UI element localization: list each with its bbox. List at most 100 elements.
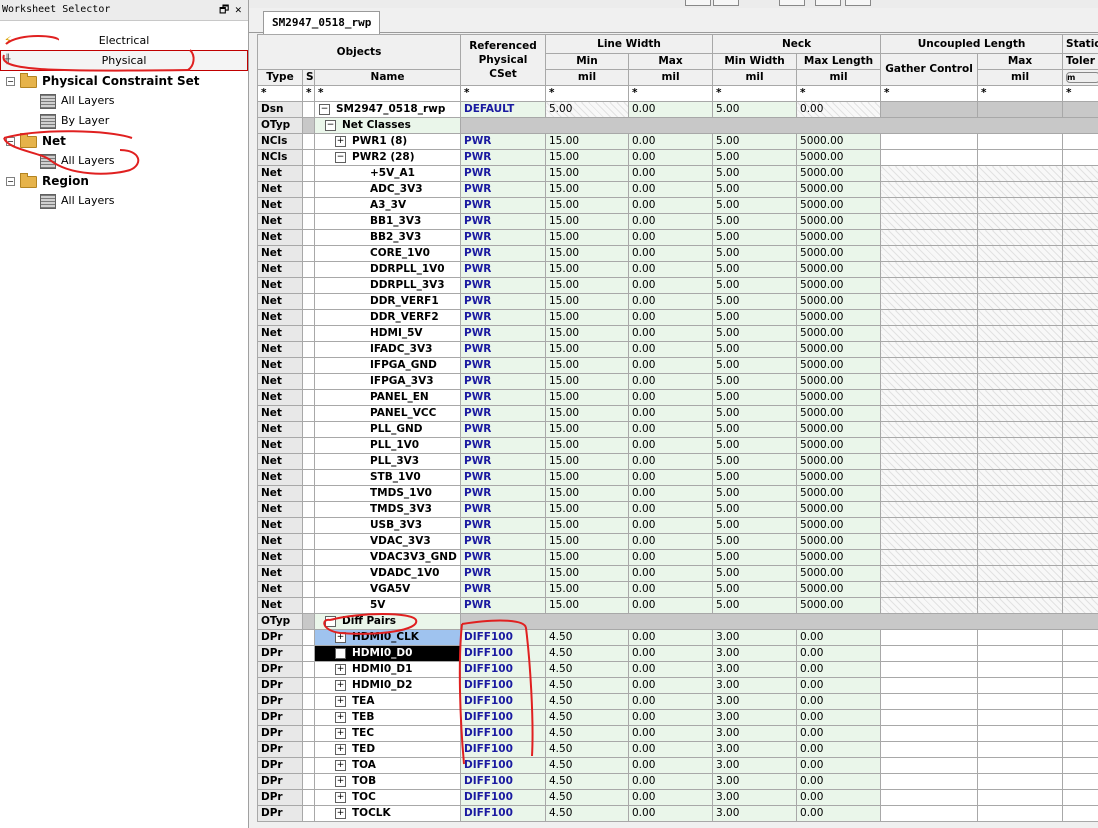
cell-uncoupled-max[interactable] <box>977 293 1064 310</box>
cell-static-toler[interactable] <box>1062 229 1098 246</box>
cell-neck-min-width[interactable]: 5.00 <box>712 245 798 262</box>
cell-lw-max[interactable]: 0.00 <box>627 709 714 726</box>
cell-neck-min-width[interactable]: 5.00 <box>712 389 798 406</box>
cell-name[interactable]: − PWR2 (28) <box>314 149 461 166</box>
cell-neck-min-width[interactable]: 5.00 <box>712 213 798 230</box>
cell-type[interactable]: NCls <box>257 133 303 150</box>
cell-lw-min[interactable]: 15.00 <box>545 469 629 486</box>
cell-uncoupled-max[interactable] <box>977 549 1064 566</box>
cell-static-toler[interactable] <box>1062 661 1098 678</box>
toolbar-button[interactable] <box>685 0 711 6</box>
cell-gather-control[interactable] <box>880 213 979 230</box>
cell-ref-cset[interactable]: PWR <box>460 165 546 182</box>
table-row[interactable]: OTyp − Net Classes <box>257 117 1098 134</box>
cell-name[interactable]: + TEC <box>314 725 461 742</box>
table-row[interactable]: Net DDR_VERF2 PWR 15.00 0.00 5.00 5000.00 <box>257 309 1098 326</box>
cell-gather-control[interactable] <box>880 165 979 182</box>
cell-gather-control[interactable] <box>880 629 979 646</box>
collapse-icon[interactable]: − <box>319 103 330 115</box>
cell-gather-control[interactable] <box>880 277 979 294</box>
cell-name[interactable]: USB_3V3 <box>314 517 461 534</box>
cell-static-toler[interactable] <box>1062 741 1098 758</box>
cell-type[interactable]: Net <box>257 197 303 214</box>
cell-gather-control[interactable] <box>880 245 979 262</box>
cell-lw-max[interactable]: 0.00 <box>627 485 714 502</box>
cell-neck-min-width[interactable]: 5.00 <box>712 309 798 326</box>
cell-ref-cset[interactable]: PWR <box>460 485 546 502</box>
cell-name[interactable]: + PWR1 (8) <box>314 133 461 150</box>
cell-ref-cset[interactable]: DIFF100 <box>460 741 546 758</box>
cell-uncoupled-max[interactable] <box>977 789 1064 806</box>
cell-ref-cset[interactable]: PWR <box>460 597 546 614</box>
cell-neck-min-width[interactable]: 5.00 <box>712 373 798 390</box>
cell-type[interactable]: Net <box>257 277 303 294</box>
cell-type[interactable]: DPr <box>257 725 303 742</box>
cell-uncoupled-max[interactable] <box>977 677 1064 694</box>
table-row[interactable]: NCls + PWR1 (8) PWR 15.00 0.00 5.00 5000.00 <box>257 133 1098 150</box>
cell-type[interactable]: Net <box>257 165 303 182</box>
cell-type[interactable]: DPr <box>257 645 303 662</box>
cell-gather-control[interactable] <box>880 485 979 502</box>
cell-gather-control[interactable] <box>880 309 979 326</box>
table-row[interactable]: DPr + HDMI0_D1 DIFF100 4.50 0.00 3.00 0.00 <box>257 661 1098 678</box>
cell-ref-cset[interactable]: DIFF100 <box>460 757 546 774</box>
cell-type[interactable]: Net <box>257 373 303 390</box>
cell-gather-control[interactable] <box>880 341 979 358</box>
table-row[interactable]: DPr + TOA DIFF100 4.50 0.00 3.00 0.00 <box>257 757 1098 774</box>
cell-type[interactable]: OTyp <box>257 613 303 630</box>
filter-cell[interactable]: * <box>257 85 303 102</box>
cell-ref-cset[interactable]: PWR <box>460 357 546 374</box>
cell-uncoupled-max[interactable] <box>977 645 1064 662</box>
cell-uncoupled-max[interactable] <box>977 165 1064 182</box>
cell-name[interactable]: + TOCLK <box>314 805 461 822</box>
cell-lw-max[interactable]: 0.00 <box>627 533 714 550</box>
cell-uncoupled-max[interactable] <box>977 261 1064 278</box>
cell-uncoupled-max[interactable] <box>977 629 1064 646</box>
cell-uncoupled-max[interactable] <box>977 533 1064 550</box>
cell-lw-max[interactable]: 0.00 <box>627 149 714 166</box>
table-row[interactable]: Net 5V PWR 15.00 0.00 5.00 5000.00 <box>257 597 1098 614</box>
cell-ref-cset[interactable]: PWR <box>460 213 546 230</box>
cell-neck-min-width[interactable]: 3.00 <box>712 629 798 646</box>
cell-ref-cset[interactable]: PWR <box>460 293 546 310</box>
cell-static-toler[interactable] <box>1062 309 1098 326</box>
cell-lw-max[interactable]: 0.00 <box>627 565 714 582</box>
cell-neck-min-width[interactable]: 3.00 <box>712 741 798 758</box>
cell-neck-max-length[interactable]: 5000.00 <box>796 485 882 502</box>
cell-static-toler[interactable] <box>1062 373 1098 390</box>
cell-lw-max[interactable]: 0.00 <box>627 757 714 774</box>
cell-name[interactable]: IFPGA_GND <box>314 357 461 374</box>
filter-cell[interactable]: * <box>314 85 461 102</box>
cell-name[interactable]: DDRPLL_1V0 <box>314 261 461 278</box>
toolbar-button[interactable] <box>845 0 871 6</box>
cell-name[interactable]: HDMI_5V <box>314 325 461 342</box>
cell-lw-max[interactable]: 0.00 <box>627 645 714 662</box>
cell-name[interactable]: DDR_VERF1 <box>314 293 461 310</box>
cell-type[interactable]: DPr <box>257 677 303 694</box>
cell-name[interactable]: + TED <box>314 741 461 758</box>
cell-neck-max-length[interactable]: 5000.00 <box>796 373 882 390</box>
cell-ref-cset[interactable]: PWR <box>460 405 546 422</box>
cell-uncoupled-max[interactable] <box>977 149 1064 166</box>
cell-neck-max-length[interactable]: 5000.00 <box>796 309 882 326</box>
cell-type[interactable]: Net <box>257 341 303 358</box>
cell-neck-min-width[interactable]: 5.00 <box>712 165 798 182</box>
cell-neck-min-width[interactable]: 3.00 <box>712 789 798 806</box>
cell-type[interactable]: OTyp <box>257 117 303 134</box>
table-row[interactable]: DPr + TED DIFF100 4.50 0.00 3.00 0.00 <box>257 741 1098 758</box>
cell-name[interactable]: CORE_1V0 <box>314 245 461 262</box>
cell-gather-control[interactable] <box>880 661 979 678</box>
cell-lw-min[interactable]: 15.00 <box>545 517 629 534</box>
cell-name[interactable]: − Diff Pairs <box>314 613 461 630</box>
cell-uncoupled-max[interactable] <box>977 597 1064 614</box>
cell-neck-min-width[interactable]: 5.00 <box>712 453 798 470</box>
cell-lw-min[interactable]: 15.00 <box>545 197 629 214</box>
cell-type[interactable]: DPr <box>257 661 303 678</box>
cell-lw-min[interactable]: 4.50 <box>545 805 629 822</box>
cell-ref-cset[interactable]: DIFF100 <box>460 693 546 710</box>
cell-ref-cset[interactable]: DIFF100 <box>460 629 546 646</box>
collapse-icon[interactable]: − <box>6 177 15 186</box>
cell-name[interactable]: + HDMI0_D1 <box>314 661 461 678</box>
cell-neck-max-length[interactable]: 5000.00 <box>796 325 882 342</box>
cell-neck-min-width[interactable]: 3.00 <box>712 677 798 694</box>
